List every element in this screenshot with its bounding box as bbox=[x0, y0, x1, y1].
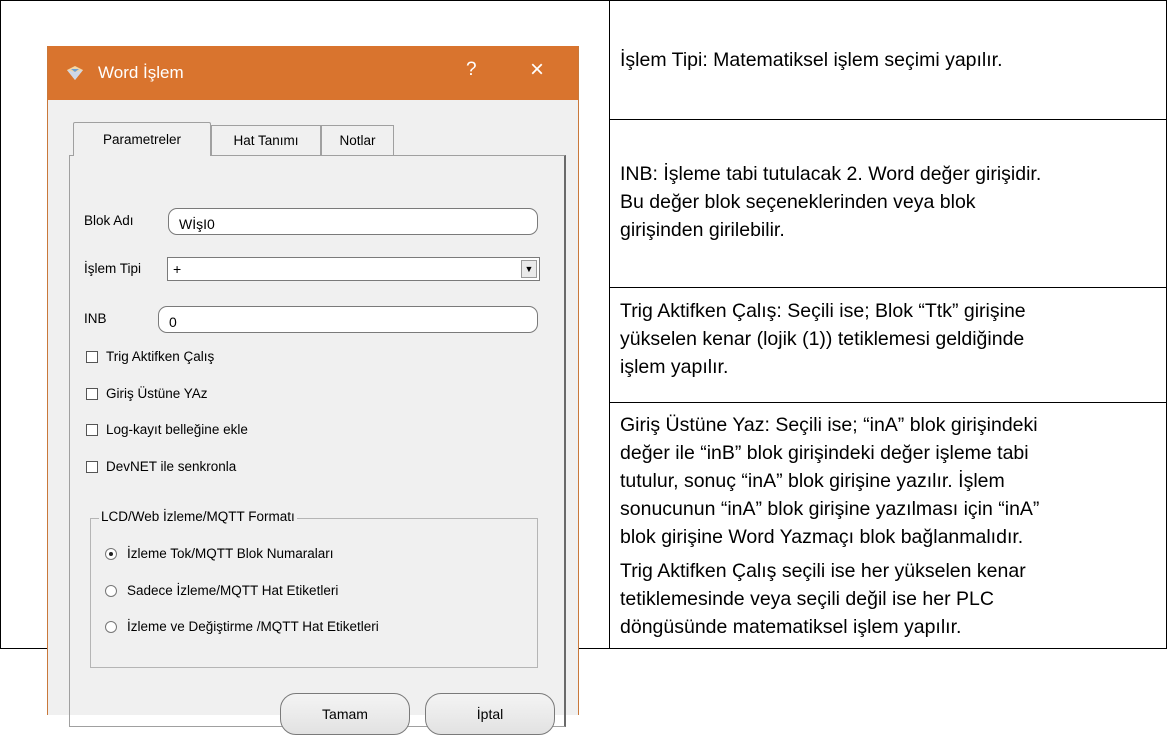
checkbox-devnet[interactable]: DevNET ile senkronla bbox=[86, 459, 236, 474]
description-inb: INB: İşleme tabi tutulacak 2. Word değer… bbox=[620, 160, 1160, 244]
radio-button[interactable] bbox=[105, 620, 117, 633]
checkbox-label: Trig Aktifken Çalış bbox=[106, 349, 215, 364]
tab-hat-tanimi[interactable]: Hat Tanımı bbox=[211, 125, 321, 155]
block-name-input[interactable] bbox=[168, 208, 538, 235]
description-line: değer ile “inB” blok girişindeki değer i… bbox=[620, 442, 1029, 464]
table-row-divider-1 bbox=[609, 119, 1167, 120]
description-line: INB: İşleme tabi tutulacak 2. Word değer… bbox=[620, 163, 1042, 185]
checkbox-box[interactable] bbox=[86, 460, 98, 473]
word-islem-dialog: Word İşlem ? × Parametreler Hat Tanımı N… bbox=[47, 46, 579, 735]
description-line: döngüsünde matematiksel işlem yapılır. bbox=[620, 616, 962, 638]
radio-blok-numaralari[interactable]: İzleme Tok/MQTT Blok Numaraları bbox=[105, 546, 334, 561]
radio-izleme-degistirme[interactable]: İzleme ve Değiştirme /MQTT Hat Etiketler… bbox=[105, 619, 379, 634]
radio-button[interactable] bbox=[105, 547, 117, 560]
op-type-label: İşlem Tipi bbox=[84, 261, 142, 276]
chevron-down-icon[interactable]: ▼ bbox=[521, 260, 537, 278]
description-line: tetiklemesinde veya seçili değil ise her… bbox=[620, 588, 994, 610]
table-border-left bbox=[0, 0, 1, 649]
block-name-label: Blok Adı bbox=[84, 213, 134, 228]
description-line: girişinden girilebilir. bbox=[620, 219, 785, 241]
close-button[interactable]: × bbox=[530, 56, 544, 84]
tab-parametreler[interactable]: Parametreler bbox=[73, 122, 211, 156]
dialog-title: Word İşlem bbox=[98, 63, 184, 82]
description-line: işlem yapılır. bbox=[620, 356, 729, 378]
description-trig: Trig Aktifken Çalış: Seçili ise; Blok “T… bbox=[620, 297, 1160, 381]
radio-button[interactable] bbox=[105, 584, 117, 597]
checkbox-label: DevNET ile senkronla bbox=[106, 459, 237, 474]
checkbox-label: Log-kayıt belleğine ekle bbox=[106, 422, 248, 437]
description-line: Trig Aktifken Çalış seçili ise her yükse… bbox=[620, 560, 1026, 582]
op-type-value: + bbox=[173, 261, 182, 277]
checkbox-log-kayit[interactable]: Log-kayıt belleğine ekle bbox=[86, 422, 248, 437]
format-group-legend: LCD/Web İzleme/MQTT Formatı bbox=[99, 509, 297, 524]
checkbox-giris-ustune[interactable]: Giriş Üstüne YAz bbox=[86, 386, 208, 401]
checkbox-box[interactable] bbox=[86, 387, 98, 400]
checkbox-box[interactable] bbox=[86, 423, 98, 436]
description-line: İşlem Tipi: Matematiksel işlem seçimi ya… bbox=[620, 49, 1003, 71]
help-button[interactable]: ? bbox=[466, 59, 477, 81]
table-row-divider-2 bbox=[609, 287, 1167, 288]
description-line: Giriş Üstüne Yaz: Seçili ise; “inA” blok… bbox=[620, 414, 1038, 436]
table-row-divider-3 bbox=[609, 402, 1167, 403]
description-line: Bu değer blok seçeneklerinden veya blok bbox=[620, 191, 976, 213]
tab-notlar[interactable]: Notlar bbox=[321, 125, 394, 155]
radio-hat-etiketleri[interactable]: Sadece İzleme/MQTT Hat Etiketleri bbox=[105, 583, 338, 598]
radio-label: Sadece İzleme/MQTT Hat Etiketleri bbox=[127, 583, 339, 598]
checkbox-trig-aktifken[interactable]: Trig Aktifken Çalış bbox=[86, 349, 214, 364]
table-column-divider bbox=[609, 0, 610, 649]
description-line: Trig Aktifken Çalış: Seçili ise; Blok “T… bbox=[620, 300, 1026, 322]
checkbox-box[interactable] bbox=[86, 350, 98, 363]
checkbox-label: Giriş Üstüne YAz bbox=[106, 386, 208, 401]
description-line: blok girişine Word Yazmaçı blok bağlanma… bbox=[620, 526, 1024, 548]
description-line: sonucunun “inA” blok girişine yazılması … bbox=[620, 498, 1040, 520]
inb-input[interactable] bbox=[158, 306, 538, 333]
ok-button[interactable]: Tamam bbox=[280, 693, 410, 735]
dialog-titlebar[interactable]: Word İşlem ? × bbox=[48, 46, 578, 100]
radio-label: İzleme ve Değiştirme /MQTT Hat Etiketler… bbox=[127, 619, 379, 634]
inb-label: INB bbox=[84, 311, 107, 326]
op-type-select[interactable]: + ▼ bbox=[167, 257, 540, 281]
radio-label: İzleme Tok/MQTT Blok Numaraları bbox=[127, 546, 334, 561]
app-icon bbox=[65, 63, 85, 83]
description-overwrite: Giriş Üstüne Yaz: Seçili ise; “inA” blok… bbox=[620, 411, 1160, 641]
cancel-button[interactable]: İptal bbox=[425, 693, 555, 735]
description-op-type: İşlem Tipi: Matematiksel işlem seçimi ya… bbox=[620, 46, 1160, 74]
table-border-top bbox=[0, 0, 1167, 1]
description-line: tutulur, sonuç “inA” blok girişine yazıl… bbox=[620, 470, 1005, 492]
description-line: yükselen kenar (lojik (1)) tetiklemesi g… bbox=[620, 328, 1025, 350]
